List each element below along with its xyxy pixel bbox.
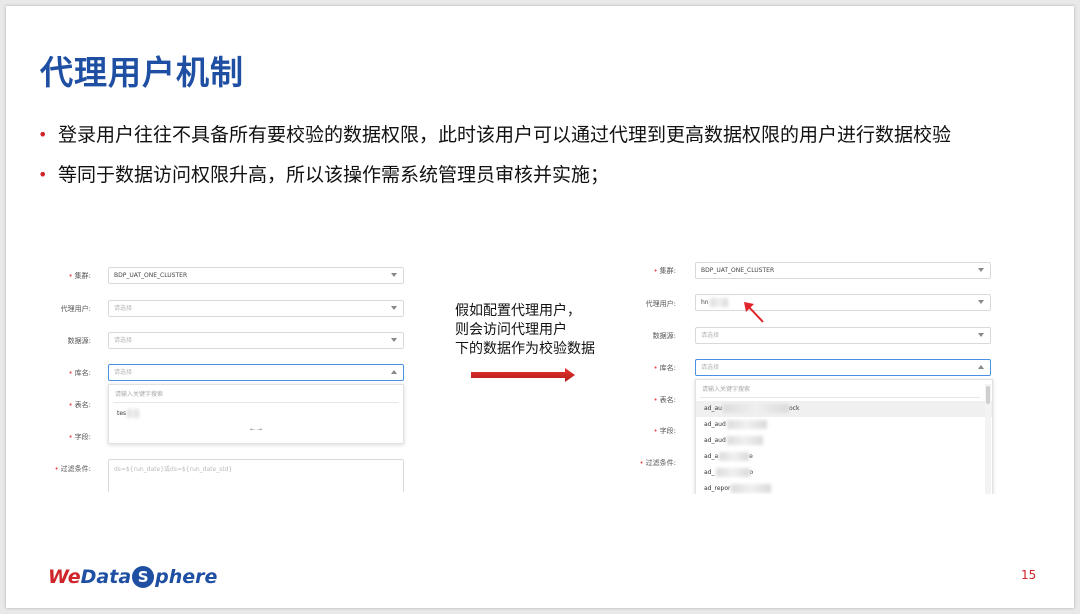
filter-row: • 过滤条件: <box>630 454 682 472</box>
filter-textarea[interactable]: ds=${run_date}或ds=${run_date_std} <box>108 459 404 492</box>
field-label: • 字段: <box>653 427 677 435</box>
red-pointer-arrow-icon <box>744 302 764 323</box>
database-label: • 库名: <box>68 369 92 377</box>
cluster-label: • 集群: <box>653 267 677 275</box>
dropdown-option[interactable]: ad_ o <box>696 465 992 481</box>
cluster-select[interactable]: BDP_UAT_ONE_CLUSTER <box>695 262 991 279</box>
dropdown-option[interactable]: ad_a e <box>696 449 992 465</box>
right-form-screenshot: • 集群: BDP_UAT_ONE_CLUSTER 代理用户: hn 数据源: 请… <box>630 254 1002 494</box>
database-select[interactable]: 请选择 <box>695 359 991 376</box>
database-dropdown: 请输入关键字搜索 tes ← → <box>108 384 404 444</box>
database-row: • 库名: <box>45 364 97 382</box>
chevron-down-icon <box>978 300 984 304</box>
chevron-down-icon <box>391 273 397 277</box>
caption-line: 则会访问代理用户 <box>455 322 567 338</box>
dropdown-scrollbar[interactable] <box>985 384 991 494</box>
cluster-row: • 集群: <box>630 262 682 280</box>
bullet-text: 等同于数据访问权限升高，所以该操作需系统管理员审核并实施； <box>58 164 610 186</box>
chevron-down-icon <box>391 338 397 342</box>
filter-label: • 过滤条件: <box>54 465 92 473</box>
dropdown-option[interactable]: ad_au ock <box>696 401 992 417</box>
page-title: 代理用户机制 <box>40 53 244 92</box>
proxy-user-row: 代理用户: <box>630 295 682 313</box>
database-select[interactable]: 请选择 <box>108 364 404 381</box>
dropdown-pager[interactable]: ← → <box>109 422 403 438</box>
datasource-select[interactable]: 请选择 <box>108 332 404 349</box>
proxy-user-label: 代理用户: <box>60 305 91 313</box>
left-form-screenshot: • 集群: BDP_UAT_ONE_CLUSTER 代理用户: 请选择 数据源: … <box>45 258 415 492</box>
field-row: • 字段: <box>45 428 97 446</box>
dropdown-search-input[interactable]: 请输入关键字搜索 <box>700 384 980 398</box>
wedatasphere-logo: We Data Sphere <box>48 566 218 588</box>
cluster-select[interactable]: BDP_UAT_ONE_CLUSTER <box>108 267 404 284</box>
bullet-dot-icon: • <box>38 165 48 184</box>
table-label: • 表名: <box>653 396 677 404</box>
scrollbar-thumb[interactable] <box>986 386 990 404</box>
database-dropdown: 请输入关键字搜索 ad_au ock ad_aud ad_aud ad_a e ad… <box>695 379 993 494</box>
datasource-row: 数据源: <box>630 327 682 345</box>
bullet-dot-icon: • <box>38 125 48 144</box>
proxy-explanation: 假如配置代理用户， 则会访问代理用户 下的数据作为校验数据 <box>455 302 595 359</box>
chevron-down-icon <box>978 333 984 337</box>
proxy-user-label: 代理用户: <box>645 300 676 308</box>
proxy-user-row: 代理用户: <box>45 300 97 318</box>
table-label: • 表名: <box>68 401 92 409</box>
field-row: • 字段: <box>630 422 682 440</box>
cluster-label: • 集群: <box>68 272 92 280</box>
cluster-row: • 集群: <box>45 267 97 285</box>
caption-line: 假如配置代理用户， <box>455 303 581 319</box>
datasource-label: 数据源: <box>652 332 676 340</box>
database-row: • 库名: <box>630 359 682 377</box>
chevron-down-icon <box>978 268 984 272</box>
bullet-item: • 登录用户往往不具备所有要校验的数据权限，此时该用户可以通过代理到更高数据权限… <box>38 122 1048 162</box>
dropdown-option[interactable]: ad_aud <box>696 433 992 449</box>
datasource-select[interactable]: 请选择 <box>695 327 991 344</box>
table-row: • 表名: <box>630 391 682 409</box>
right-arrow-icon <box>471 368 575 382</box>
datasource-row: 数据源: <box>45 332 97 350</box>
page-number: 15 <box>1021 568 1037 582</box>
dropdown-search-input[interactable]: 请输入关键字搜索 <box>113 389 399 403</box>
table-row: • 表名: <box>45 396 97 414</box>
dropdown-option[interactable]: ad_repor <box>696 481 992 494</box>
bullet-text: 登录用户往往不具备所有要校验的数据权限，此时该用户可以通过代理到更高数据权限的用… <box>58 124 952 146</box>
dropdown-option[interactable]: ad_aud <box>696 417 992 433</box>
caption-line: 下的数据作为校验数据 <box>455 341 595 357</box>
datasource-label: 数据源: <box>67 337 91 345</box>
database-label: • 库名: <box>653 364 677 372</box>
filter-label: • 过滤条件: <box>639 459 677 467</box>
bullet-item: • 等同于数据访问权限升高，所以该操作需系统管理员审核并实施； <box>38 162 1048 202</box>
filter-row: • 过滤条件: <box>45 460 97 478</box>
logo-s-badge: S <box>132 566 155 588</box>
dropdown-option[interactable]: tes <box>109 406 403 422</box>
chevron-up-icon <box>391 370 397 374</box>
chevron-down-icon <box>391 306 397 310</box>
field-label: • 字段: <box>68 433 92 441</box>
chevron-up-icon <box>978 365 984 369</box>
proxy-user-select[interactable]: hn <box>695 294 991 311</box>
proxy-user-select[interactable]: 请选择 <box>108 300 404 317</box>
bullet-list: • 登录用户往往不具备所有要校验的数据权限，此时该用户可以通过代理到更高数据权限… <box>38 122 1048 202</box>
